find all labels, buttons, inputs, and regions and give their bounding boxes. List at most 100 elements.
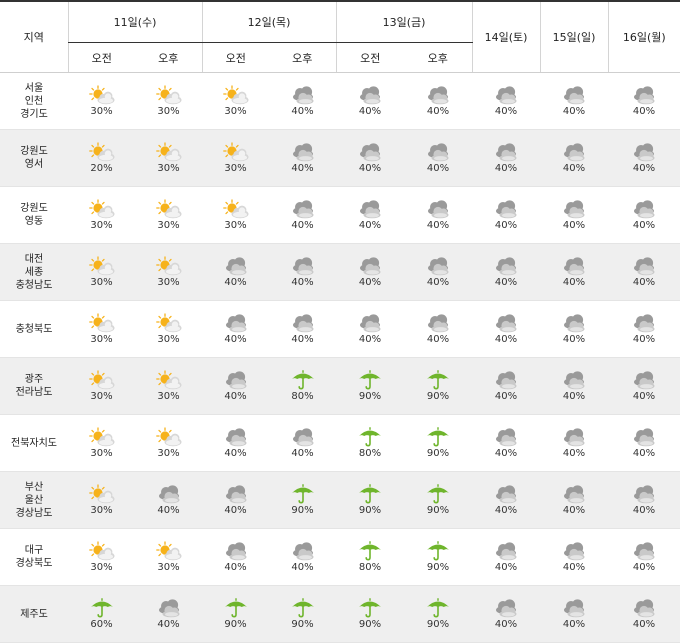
- region-cell: 대구 경상북도: [0, 528, 68, 586]
- forecast-cell: 40%: [472, 72, 541, 130]
- precipitation-probability: 30%: [90, 390, 113, 402]
- forecast-cell-content: 40%: [608, 256, 680, 289]
- cloud-icon: [290, 541, 316, 561]
- forecast-cell-content: 40%: [135, 484, 202, 517]
- precipitation-probability: 40%: [494, 276, 518, 288]
- precipitation-probability: 30%: [157, 219, 180, 231]
- cloud-icon: [561, 484, 587, 504]
- umbrella-icon: [89, 598, 115, 618]
- forecast-cell-content: 60%: [68, 598, 135, 631]
- umbrella-icon: [425, 370, 451, 390]
- forecast-cell-content: 30%: [135, 199, 202, 232]
- precipitation-probability: 40%: [358, 105, 382, 117]
- precipitation-probability: 40%: [157, 618, 180, 630]
- forecast-cell-content: 40%: [336, 142, 404, 175]
- sun-cloud-icon: [156, 541, 182, 561]
- forecast-cell: 40%: [202, 528, 270, 586]
- forecast-cell: 90%: [202, 585, 270, 643]
- forecast-cell-content: 40%: [608, 85, 680, 118]
- forecast-cell-content: 30%: [68, 313, 135, 346]
- forecast-cell: 30%: [135, 357, 203, 415]
- forecast-cell: 40%: [269, 243, 337, 301]
- precipitation-probability: 90%: [426, 561, 450, 573]
- precipitation-probability: 40%: [426, 276, 450, 288]
- sun-cloud-icon: [223, 142, 249, 162]
- cloud-icon: [631, 256, 657, 276]
- forecast-cell: 30%: [68, 414, 135, 472]
- sun-cloud-icon: [156, 370, 182, 390]
- forecast-cell: 90%: [404, 471, 473, 529]
- forecast-cell-content: 30%: [202, 199, 269, 232]
- forecast-cell-content: 40%: [540, 541, 608, 574]
- forecast-cell: 30%: [68, 72, 135, 130]
- region-name-line: 전북자치도: [11, 437, 57, 449]
- forecast-cell: 30%: [68, 357, 135, 415]
- cloud-icon: [357, 313, 383, 333]
- forecast-cell-content: 90%: [336, 370, 404, 403]
- region-name-line: 대구: [24, 545, 44, 556]
- forecast-cell-content: 40%: [404, 313, 472, 346]
- cloud-icon: [156, 484, 182, 504]
- cloud-icon: [631, 598, 657, 618]
- forecast-cell-content: 40%: [135, 598, 202, 631]
- region-name-line: 강원도: [20, 203, 48, 214]
- forecast-cell-content: 30%: [135, 427, 202, 460]
- forecast-cell-content: 30%: [135, 541, 202, 574]
- forecast-cell-content: 40%: [472, 313, 540, 346]
- forecast-cell-content: 40%: [404, 142, 472, 175]
- forecast-cell: 40%: [404, 129, 473, 187]
- forecast-cell-content: 40%: [269, 256, 336, 289]
- precipitation-probability: 40%: [494, 219, 518, 231]
- forecast-cell: 80%: [269, 357, 337, 415]
- precipitation-probability: 40%: [426, 162, 450, 174]
- forecast-cell-content: 40%: [269, 85, 336, 118]
- precipitation-probability: 40%: [562, 333, 586, 345]
- day-header: 16일(월): [607, 0, 680, 73]
- forecast-cell: 80%: [336, 528, 405, 586]
- cloud-icon: [290, 142, 316, 162]
- cloud-icon: [561, 541, 587, 561]
- day-header: 14일(토): [471, 0, 541, 73]
- cloud-icon: [561, 598, 587, 618]
- region-name-line: 경기도: [20, 108, 48, 120]
- precipitation-probability: 40%: [291, 561, 314, 573]
- day-header: 11일(수): [67, 0, 203, 43]
- precipitation-probability: 40%: [426, 105, 450, 117]
- region-name-line: 부산: [24, 481, 44, 493]
- precipitation-probability: 30%: [157, 447, 180, 459]
- forecast-cell: 90%: [404, 585, 473, 643]
- precipitation-probability: 40%: [494, 618, 518, 630]
- forecast-cell-content: 80%: [269, 370, 336, 403]
- precipitation-probability: 40%: [426, 333, 450, 345]
- forecast-cell: 40%: [608, 300, 680, 358]
- forecast-cell-content: 40%: [608, 484, 680, 517]
- forecast-cell-content: 80%: [336, 541, 404, 574]
- forecast-cell: 40%: [540, 243, 609, 301]
- precipitation-probability: 90%: [426, 447, 450, 459]
- precipitation-probability: 40%: [632, 105, 656, 117]
- precipitation-probability: 40%: [562, 162, 586, 174]
- cloud-icon: [631, 142, 657, 162]
- forecast-cell-content: 90%: [336, 598, 404, 631]
- cloud-icon: [357, 256, 383, 276]
- umbrella-icon: [425, 484, 451, 504]
- forecast-cell: 40%: [472, 243, 541, 301]
- precipitation-probability: 30%: [90, 219, 113, 231]
- cloud-icon: [561, 370, 587, 390]
- umbrella-icon: [357, 370, 383, 390]
- precipitation-probability: 90%: [291, 504, 314, 516]
- forecast-cell-content: 30%: [135, 313, 202, 346]
- forecast-cell-content: 40%: [608, 142, 680, 175]
- forecast-cell: 40%: [269, 72, 337, 130]
- forecast-cell: 40%: [540, 471, 609, 529]
- forecast-cell: 40%: [608, 243, 680, 301]
- cloud-icon: [561, 199, 587, 219]
- precipitation-probability: 30%: [90, 561, 113, 573]
- forecast-cell-content: 40%: [540, 142, 608, 175]
- forecast-cell-content: 40%: [202, 313, 269, 346]
- forecast-cell: 40%: [540, 357, 609, 415]
- table-row: 광주 전라남도 30% 30% 40% 80% 90% 90% 40% 40% 40%: [0, 357, 680, 415]
- precipitation-probability: 40%: [291, 219, 314, 231]
- sun-cloud-icon: [223, 199, 249, 219]
- forecast-cell-content: 20%: [68, 142, 135, 175]
